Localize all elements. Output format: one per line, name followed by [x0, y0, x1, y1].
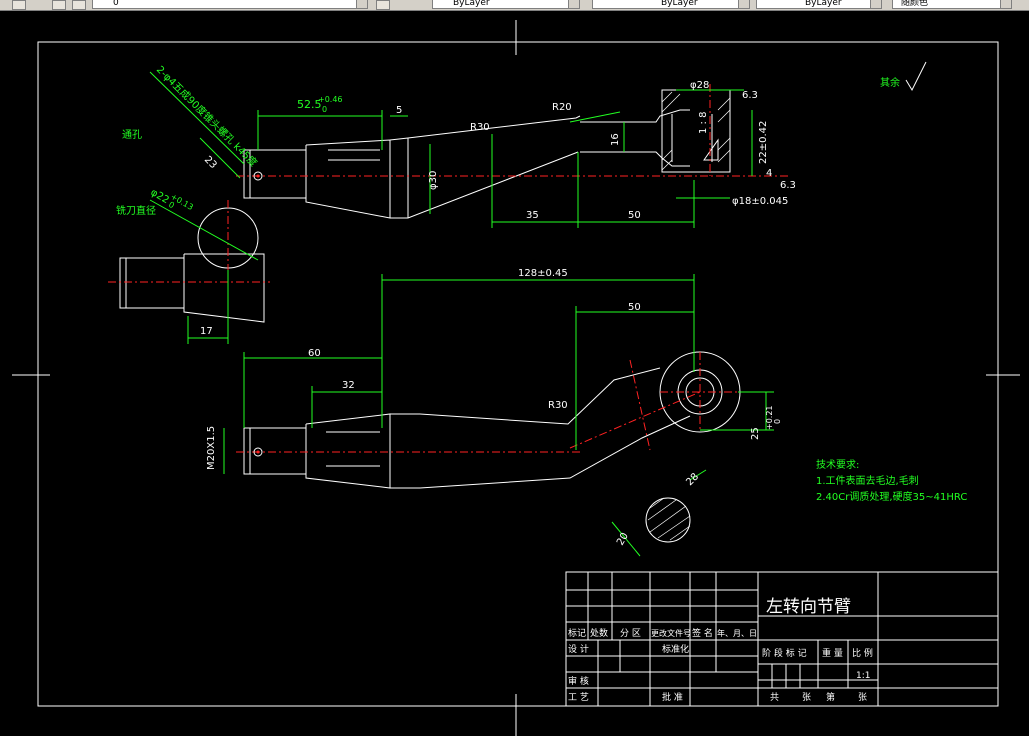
svg-text:φ22: φ22 [149, 187, 171, 206]
svg-text:22±0.42: 22±0.42 [758, 121, 769, 164]
drawing-title: 左转向节臂 [766, 597, 851, 617]
svg-text:25: 25 [750, 427, 761, 440]
svg-text:4: 4 [766, 168, 772, 179]
svg-text:1.工件表面去毛边,毛刺: 1.工件表面去毛边,毛刺 [816, 474, 919, 487]
svg-text:第: 第 [826, 691, 835, 703]
top-view: 52.5 +0.46 0 5 R20 R30 φ28 6.3 6.3 35 50… [122, 61, 927, 228]
svg-text:6.3: 6.3 [742, 90, 758, 101]
svg-text:通孔: 通孔 [122, 129, 142, 141]
svg-text:重 量: 重 量 [822, 647, 843, 659]
svg-text:20: 20 [615, 531, 631, 548]
section-view: 17 φ22 +0.13 0 铣刀直径 [108, 187, 270, 344]
svg-text:M20X1.5: M20X1.5 [206, 426, 217, 470]
svg-text:审 核: 审 核 [568, 675, 589, 687]
svg-text:+0.46: +0.46 [318, 95, 343, 104]
svg-text:128±0.45: 128±0.45 [518, 268, 568, 279]
svg-text:R30: R30 [548, 400, 568, 411]
svg-text:50: 50 [628, 210, 641, 221]
svg-text:0: 0 [167, 200, 176, 210]
color-combo[interactable]: ByLayer [432, 0, 580, 9]
svg-text:2-φ4五成90度锥头螺孔 k45度: 2-φ4五成90度锥头螺孔 k45度 [154, 63, 260, 169]
drawing-canvas[interactable]: 52.5 +0.46 0 5 R20 R30 φ28 6.3 6.3 35 50… [0, 11, 1029, 736]
svg-text:5: 5 [396, 105, 402, 116]
plotstyle-combo[interactable]: 随颜色 [892, 0, 1012, 9]
svg-text:技术要求:: 技术要求: [816, 458, 859, 471]
svg-text:+0.21: +0.21 [765, 405, 774, 430]
svg-text:0: 0 [322, 105, 327, 114]
layer-combo[interactable]: 0 [92, 0, 368, 9]
make-current-button[interactable] [376, 0, 390, 10]
svg-text:60: 60 [308, 348, 321, 359]
svg-text:50: 50 [628, 302, 641, 313]
svg-text:28: 28 [684, 471, 701, 488]
svg-text:批 准: 批 准 [662, 691, 683, 703]
svg-text:φ18±0.045: φ18±0.045 [732, 196, 788, 207]
svg-text:设 计: 设 计 [568, 643, 589, 655]
svg-text:0: 0 [773, 419, 782, 424]
svg-text:标准化: 标准化 [662, 643, 689, 655]
svg-text:R30: R30 [470, 122, 490, 133]
svg-text:2.40Cr调质处理,硬度35~41HRC: 2.40Cr调质处理,硬度35~41HRC [816, 490, 967, 503]
svg-text:6.3: 6.3 [780, 180, 796, 191]
toolbar-button[interactable] [12, 0, 26, 10]
svg-text:铣刀直径: 铣刀直径 [116, 204, 156, 217]
svg-text:17: 17 [200, 326, 213, 337]
svg-text:其余: 其余 [880, 76, 900, 89]
svg-text:比 例: 比 例 [852, 647, 873, 659]
svg-text:标记: 标记 [568, 627, 586, 639]
svg-text:35: 35 [526, 210, 539, 221]
toolbar: 0 ByLayer ByLayer ByLayer 随颜色 [0, 0, 1029, 11]
svg-text:16: 16 [610, 133, 621, 146]
svg-text:32: 32 [342, 380, 355, 391]
svg-text:1:1: 1:1 [856, 671, 870, 681]
drawing-border [12, 20, 1020, 736]
linetype-combo[interactable]: ByLayer [592, 0, 750, 9]
svg-text:φ28: φ28 [690, 80, 709, 91]
svg-text:23: 23 [202, 154, 219, 171]
svg-text:工 艺: 工 艺 [568, 692, 589, 703]
title-block: 左转向节臂 标记 处数 分 区 更改文件号 签 名 年、月、日 设 计 标准化 … [565, 571, 999, 707]
svg-text:签 名: 签 名 [692, 627, 713, 639]
svg-text:1 : 8: 1 : 8 [698, 112, 709, 134]
svg-text:张: 张 [858, 692, 867, 703]
svg-text:φ30: φ30 [428, 171, 439, 190]
svg-text:阶 段 标 记: 阶 段 标 记 [762, 647, 807, 659]
svg-text:R20: R20 [552, 102, 572, 113]
svg-text:年、月、日: 年、月、日 [717, 628, 757, 638]
front-view: 128±0.45 50 60 32 R30 M20X1.5 25 +0.21 0… [206, 268, 967, 557]
svg-text:共: 共 [770, 692, 779, 703]
svg-text:更改文件号: 更改文件号 [651, 628, 691, 638]
svg-text:处数: 处数 [590, 627, 608, 639]
layer-state-button[interactable] [72, 0, 86, 10]
lineweight-combo[interactable]: ByLayer [756, 0, 882, 9]
svg-text:张: 张 [802, 692, 811, 703]
layer-manager-button[interactable] [52, 0, 66, 10]
svg-text:分 区: 分 区 [620, 628, 641, 639]
